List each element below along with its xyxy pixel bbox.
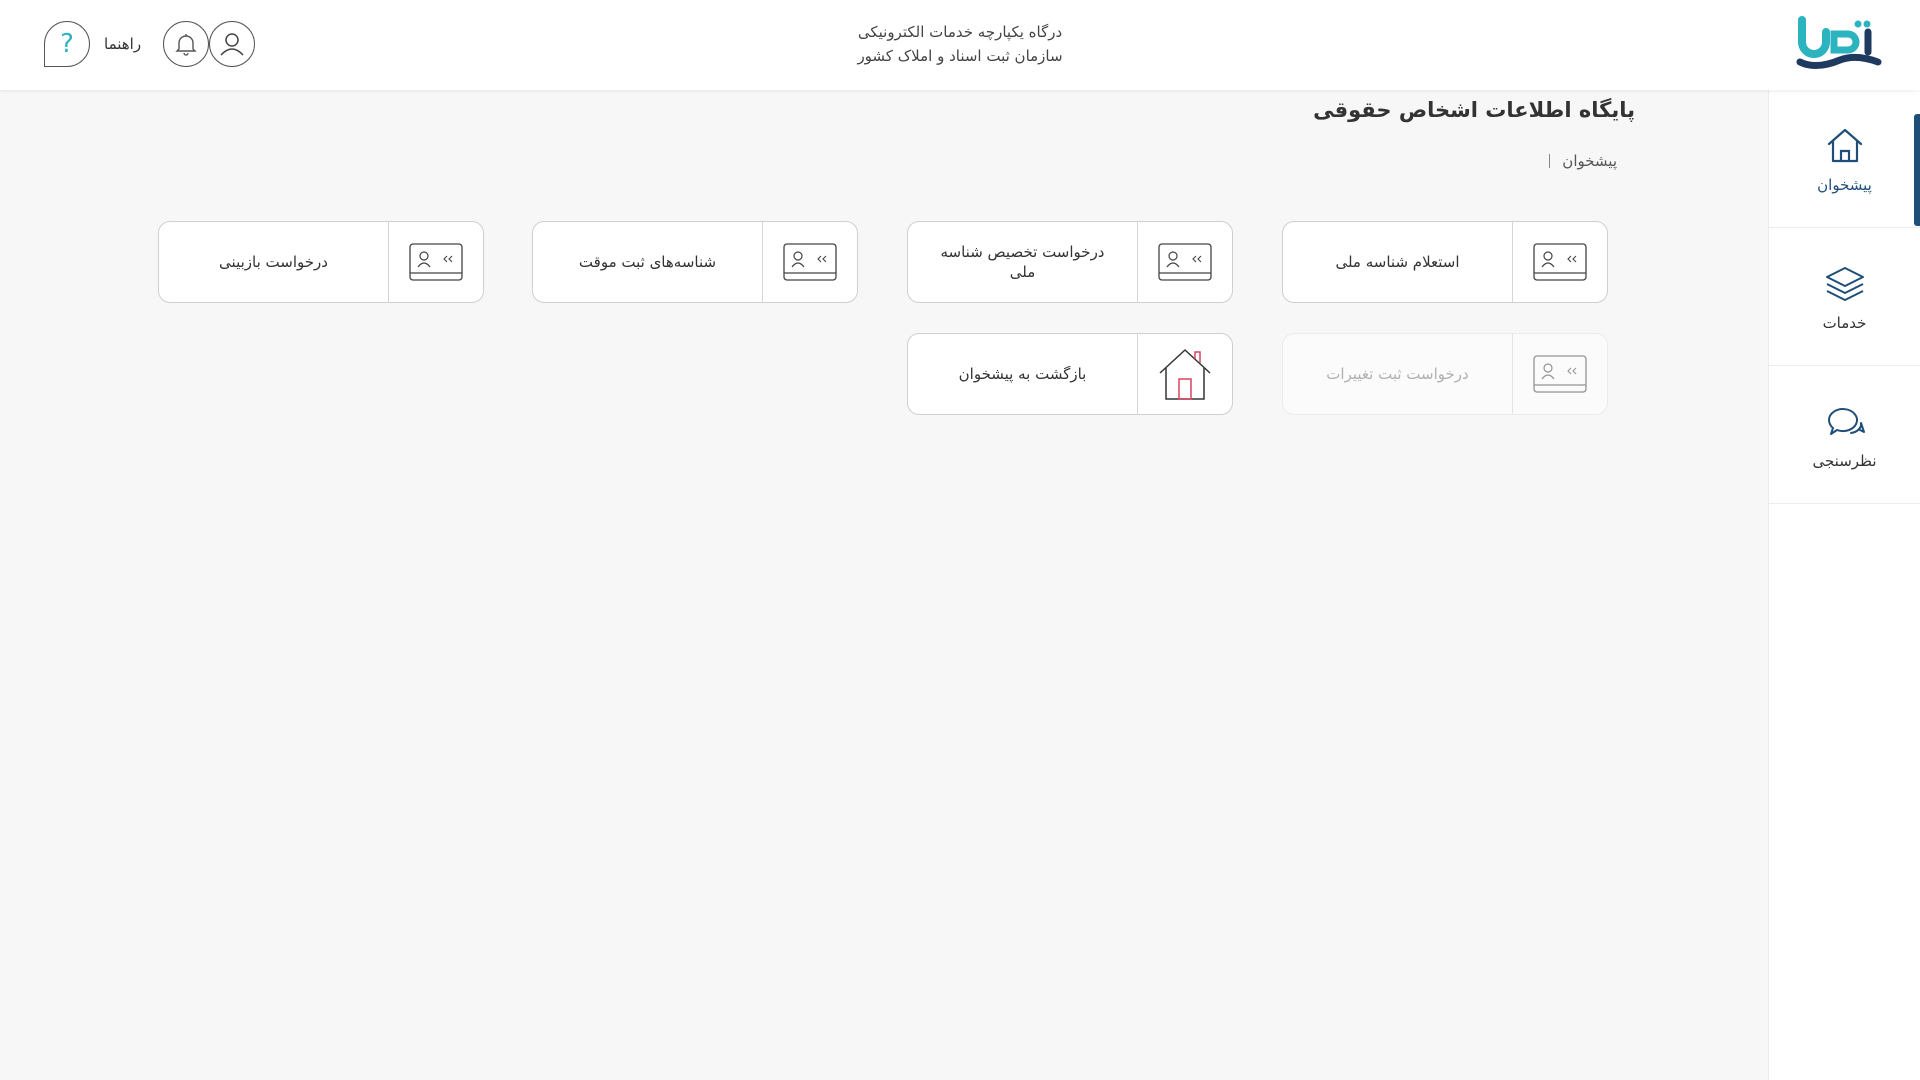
help-group: ? راهنما <box>44 21 141 67</box>
profile-button[interactable] <box>209 21 256 67</box>
id-card-icon <box>1158 243 1212 281</box>
breadcrumb-separator <box>1549 154 1551 168</box>
card-icon-box <box>762 222 857 302</box>
card-temporary-registration-ids[interactable]: شناسه‌های ثبت موقت <box>532 221 858 303</box>
layers-icon <box>1825 266 1864 301</box>
card-icon-box <box>1512 334 1607 414</box>
sidebar-item-label: نظرسنجی <box>1812 451 1877 470</box>
page-title: پایگاه اطلاعات اشخاص حقوقی <box>1313 98 1635 122</box>
card-change-registration-request: درخواست ثبت تغییرات <box>1282 333 1608 415</box>
header-title-line2: سازمان ثبت اسناد و املاک کشور <box>857 47 1063 65</box>
sidebar-item-survey[interactable]: نظرسنجی <box>1769 366 1920 504</box>
chat-bubbles-icon <box>1827 407 1865 435</box>
card-icon-box <box>1137 334 1232 414</box>
header-title-line1: درگاه یکپارچه خدمات الکترونیکی <box>857 23 1063 41</box>
card-label: درخواست تخصیص شناسه ملی <box>940 243 1105 281</box>
user-icon <box>220 33 244 56</box>
card-label: درخواست بازبینی <box>219 253 328 271</box>
card-review-request[interactable]: درخواست بازبینی <box>158 221 484 303</box>
breadcrumb-item-dashboard[interactable]: پیشخوان <box>1562 152 1617 170</box>
id-card-icon <box>1533 243 1587 281</box>
card-icon-box <box>1512 222 1607 302</box>
header-actions: ? راهنما <box>22 21 256 67</box>
card-icon-box <box>388 222 483 302</box>
card-label: استعلام شناسه ملی <box>1335 253 1460 271</box>
sidebar-item-label: پیشخوان <box>1817 175 1872 194</box>
notification-button[interactable] <box>163 21 210 67</box>
question-mark-icon: ? <box>60 29 74 59</box>
help-label[interactable]: راهنما <box>104 35 141 53</box>
bell-icon <box>175 34 197 56</box>
sidebar: پیشخوان خدمات نظرسنجی <box>1768 90 1920 1080</box>
card-national-id-assignment[interactable]: درخواست تخصیص شناسه ملی <box>907 221 1233 303</box>
id-card-icon <box>1533 355 1587 393</box>
help-button[interactable]: ? <box>44 21 90 67</box>
header-title: درگاه یکپارچه خدمات الکترونیکی سازمان ثب… <box>0 20 1920 68</box>
card-label: بازگشت به پیشخوان <box>958 365 1087 383</box>
sidebar-item-label: خدمات <box>1822 313 1867 332</box>
home-icon <box>1827 128 1862 162</box>
card-label: درخواست ثبت تغییرات <box>1326 365 1469 383</box>
breadcrumb: پیشخوان <box>1549 152 1617 170</box>
id-card-icon <box>409 243 463 281</box>
house-icon <box>1159 349 1211 400</box>
card-national-id-inquiry[interactable]: استعلام شناسه ملی <box>1282 221 1608 303</box>
sidebar-item-services[interactable]: خدمات <box>1769 228 1920 366</box>
id-card-icon <box>783 243 837 281</box>
top-header: درگاه یکپارچه خدمات الکترونیکی سازمان ثب… <box>0 0 1920 90</box>
sidebar-item-dashboard[interactable]: پیشخوان <box>1769 90 1920 228</box>
card-label: شناسه‌های ثبت موقت <box>578 253 717 271</box>
card-back-to-dashboard[interactable]: بازگشت به پیشخوان <box>907 333 1233 415</box>
card-icon-box <box>1137 222 1232 302</box>
